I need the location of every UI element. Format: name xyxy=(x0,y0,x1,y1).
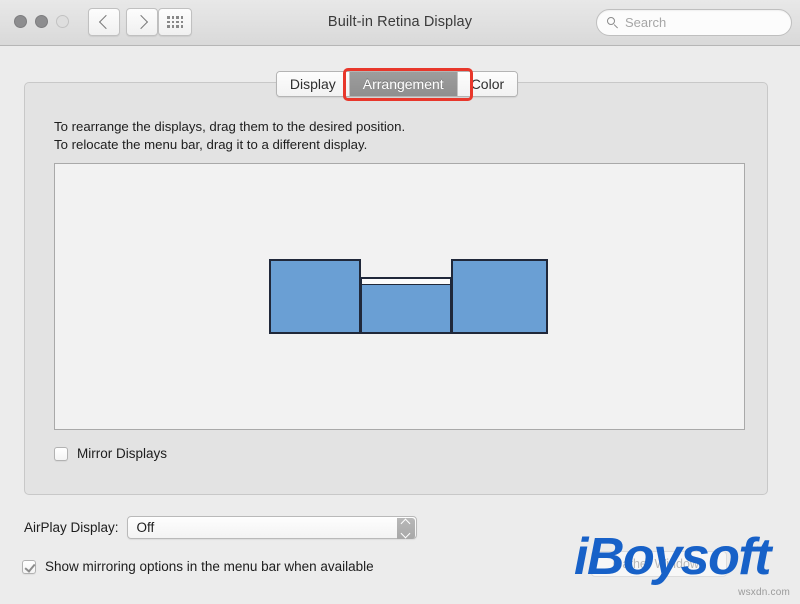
mirror-displays-label: Mirror Displays xyxy=(77,446,168,461)
show-mirroring-options-row[interactable]: Show mirroring options in the menu bar w… xyxy=(22,559,374,574)
airplay-display-popup[interactable]: Off xyxy=(126,516,417,539)
airplay-display-label: AirPlay Display: xyxy=(24,520,119,535)
airplay-display-value: Off xyxy=(136,520,155,535)
menu-bar-strip[interactable] xyxy=(362,279,450,285)
airplay-display-row: AirPlay Display: Off xyxy=(24,516,417,539)
tab-bar: Display Arrangement Color xyxy=(25,71,769,97)
display-thumbnail-center[interactable] xyxy=(360,277,452,334)
display-arrangement-canvas[interactable] xyxy=(54,163,745,430)
iboysoft-watermark: iBoysoft xyxy=(574,528,772,586)
tab-display[interactable]: Display xyxy=(276,72,350,96)
display-thumbnail-right[interactable] xyxy=(451,259,548,334)
tab-arrangement[interactable]: Arrangement xyxy=(349,72,458,96)
tab-color[interactable]: Color xyxy=(457,72,518,96)
search-field[interactable]: Search xyxy=(596,9,792,36)
search-icon xyxy=(607,16,619,29)
show-mirroring-options-label: Show mirroring options in the menu bar w… xyxy=(45,559,374,574)
show-mirroring-options-checkbox[interactable] xyxy=(22,559,36,574)
up-down-chevron-icon[interactable] xyxy=(396,518,415,539)
display-thumbnail-left[interactable] xyxy=(269,259,361,334)
instructions-line-1: To rearrange the displays, drag them to … xyxy=(54,119,406,134)
instructions-line-2: To relocate the menu bar, drag it to a d… xyxy=(54,136,368,152)
window-titlebar: Built-in Retina Display Search xyxy=(0,0,800,46)
search-placeholder: Search xyxy=(625,15,667,30)
instructions-text: To rearrange the displays, drag them to … xyxy=(54,118,405,153)
mirror-displays-checkbox[interactable] xyxy=(54,446,68,461)
site-credit: wsxdn.com xyxy=(738,587,790,598)
mirror-displays-row[interactable]: Mirror Displays xyxy=(54,446,167,461)
